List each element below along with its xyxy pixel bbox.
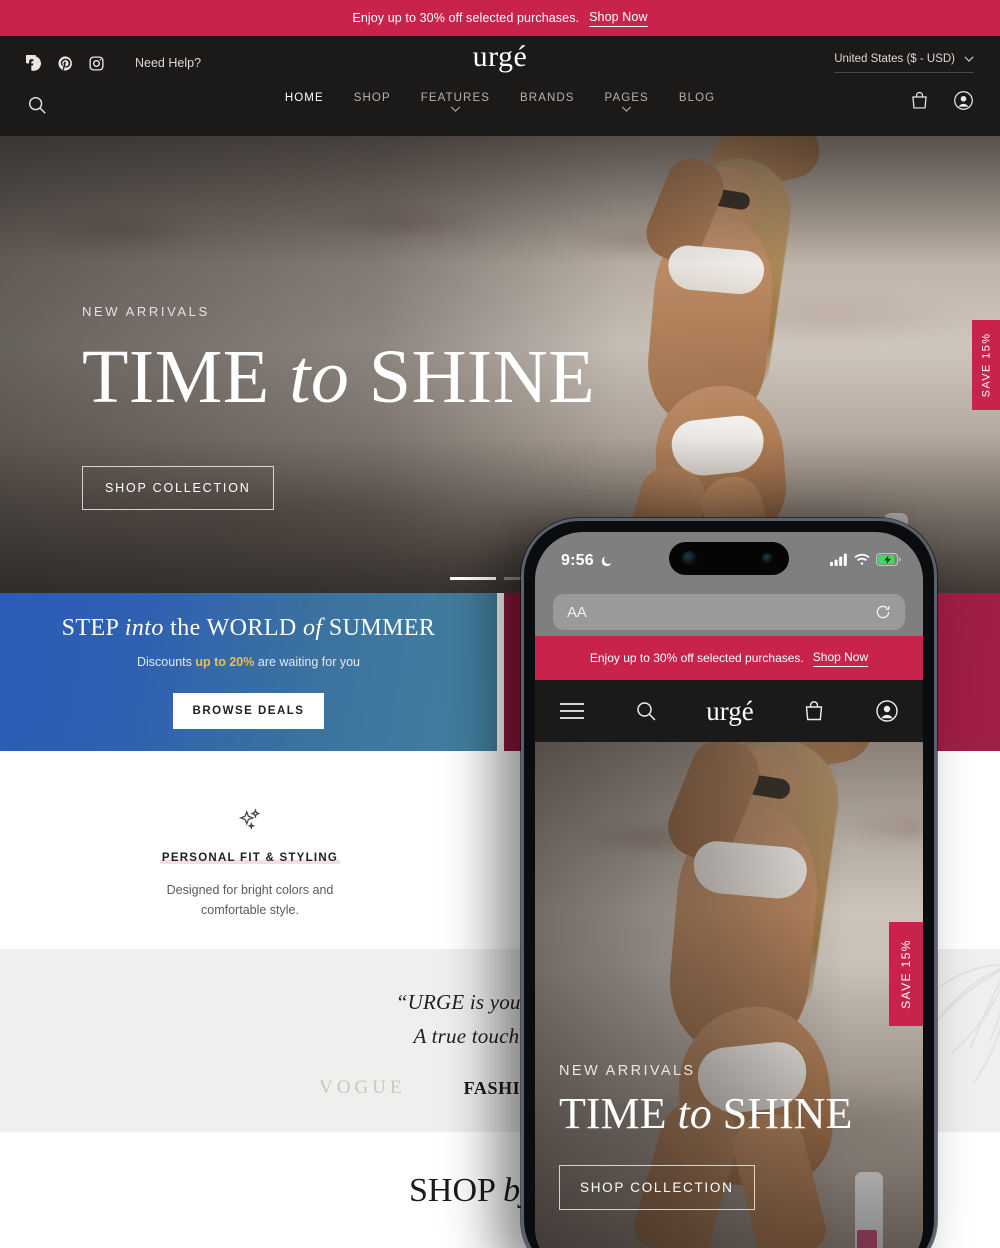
chevron-down-icon <box>622 106 632 112</box>
nav-item-brands[interactable]: BRANDS <box>520 92 575 112</box>
dynamic-island <box>669 542 789 575</box>
announcement-bar: Enjoy up to 30% off selected purchases. … <box>0 0 1000 36</box>
battery-charging-icon <box>876 553 901 566</box>
mobile-nav-bar: urgé <box>535 680 923 742</box>
nav-item-home[interactable]: HOME <box>285 92 324 112</box>
facebook-icon[interactable] <box>26 54 43 72</box>
mobile-hero-title: TIME to SHINE <box>559 1088 853 1138</box>
status-bar-time-group: 9:56 <box>561 552 613 570</box>
cellular-signal-icon <box>830 553 847 566</box>
promo-title: STEP into the WORLD of SUMMER <box>61 615 436 641</box>
mobile-announcement-shop-now-link[interactable]: Shop Now <box>812 650 869 667</box>
currency-label: United States ($ - USD) <box>834 53 955 65</box>
mobile-announcement-bar: Enjoy up to 30% off selected purchases. … <box>535 636 923 680</box>
status-bar-indicators <box>830 553 901 566</box>
mobile-hero-eyebrow: NEW ARRIVALS <box>559 1062 696 1079</box>
press-logo-vogue: VOGUE <box>319 1077 406 1098</box>
main-navigation: HOME SHOP FEATURES BRANDS PAGES BLOG <box>0 92 1000 112</box>
mobile-save-15-percent-tab[interactable]: SAVE 15% <box>889 922 923 1026</box>
need-help-link[interactable]: Need Help? <box>135 56 201 70</box>
hero-content: NEW ARRIVALS TIME to SHINE SHOP COLLECTI… <box>82 304 595 510</box>
header-top-row: Need Help? urgé United States ($ - USD) <box>0 36 1000 90</box>
nav-item-blog[interactable]: BLOG <box>679 92 715 112</box>
search-icon[interactable] <box>634 699 658 723</box>
browse-deals-button[interactable]: BROWSE DEALS <box>172 693 325 729</box>
hamburger-menu-icon[interactable] <box>559 702 585 720</box>
instagram-icon[interactable] <box>88 55 105 72</box>
hero-title-part1: TIME <box>82 335 290 419</box>
nav-label: BRANDS <box>520 92 575 104</box>
text-size-aa-button[interactable]: AA <box>567 604 587 621</box>
phone-screen: 9:56 AA Enjoy up to 30% off selected pur… <box>535 532 923 1248</box>
hero-shop-collection-button[interactable]: SHOP COLLECTION <box>82 465 274 510</box>
promo-subtitle: Discounts up to 20% are waiting for you <box>136 655 360 669</box>
hero-eyebrow: NEW ARRIVALS <box>82 304 210 319</box>
chevron-down-icon <box>964 56 974 62</box>
moon-icon <box>601 556 612 566</box>
ios-status-bar: 9:56 <box>535 532 923 594</box>
sparkles-icon <box>238 808 261 830</box>
mobile-site-logo[interactable]: urgé <box>706 696 754 727</box>
wifi-icon <box>854 553 870 565</box>
save-tab-label: SAVE 15% <box>980 332 992 398</box>
mobile-hero: SAVE 15% NEW ARRIVALS TIME to SHINE SHOP… <box>535 742 923 1248</box>
pinterest-icon[interactable] <box>57 55 74 72</box>
announcement-text: Enjoy up to 30% off selected purchases. <box>352 11 580 25</box>
status-bar-time: 9:56 <box>561 552 594 569</box>
nav-item-features[interactable]: FEATURES <box>421 92 490 112</box>
feature-title: PERSONAL FIT & STYLING <box>159 852 341 864</box>
account-icon[interactable] <box>875 699 899 723</box>
chevron-down-icon <box>450 106 461 112</box>
hero-title-part2: SHINE <box>349 335 596 419</box>
nav-item-shop[interactable]: SHOP <box>354 92 391 112</box>
mobile-shop-collection-button[interactable]: SHOP COLLECTION <box>559 1165 755 1210</box>
mobile-announcement-text: Enjoy up to 30% off selected purchases. <box>589 651 804 665</box>
reload-icon[interactable] <box>875 604 891 620</box>
social-links: Need Help? <box>26 54 201 72</box>
announcement-shop-now-link[interactable]: Shop Now <box>589 10 648 27</box>
shopping-bag-icon[interactable] <box>802 699 826 723</box>
nav-item-pages[interactable]: PAGES <box>605 92 649 112</box>
hero-title: TIME to SHINE <box>82 337 595 418</box>
hero-title-emphasis: to <box>289 335 350 419</box>
nav-label: BLOG <box>678 92 716 104</box>
nav-label: SHOP <box>353 92 391 104</box>
nav-label: HOME <box>284 92 324 104</box>
promo-divider <box>497 593 504 751</box>
mobile-hero-content: NEW ARRIVALS TIME to SHINE SHOP COLLECTI… <box>559 1063 852 1210</box>
feature-description: Designed for bright colors and comfortab… <box>166 883 334 918</box>
slider-indicator-1[interactable] <box>450 577 496 580</box>
mobile-save-tab-label: SAVE 15% <box>899 939 913 1009</box>
safari-url-field[interactable]: AA <box>553 594 905 630</box>
save-15-percent-tab[interactable]: SAVE 15% <box>972 320 1000 410</box>
safari-url-bar: AA <box>535 594 923 636</box>
promo-banner-summer[interactable]: STEP into the WORLD of SUMMER Discounts … <box>0 593 497 751</box>
site-header: Need Help? urgé United States ($ - USD) … <box>0 36 1000 136</box>
nav-label: FEATURES <box>420 92 491 104</box>
currency-selector[interactable]: United States ($ - USD) <box>834 53 974 73</box>
nav-label: PAGES <box>604 92 649 104</box>
header-nav-row: HOME SHOP FEATURES BRANDS PAGES BLOG <box>0 90 1000 136</box>
feature-personal-fit: PERSONAL FIT & STYLING Designed for brig… <box>0 751 500 949</box>
phone-mockup: 9:56 AA Enjoy up to 30% off selected pur… <box>521 518 937 1248</box>
